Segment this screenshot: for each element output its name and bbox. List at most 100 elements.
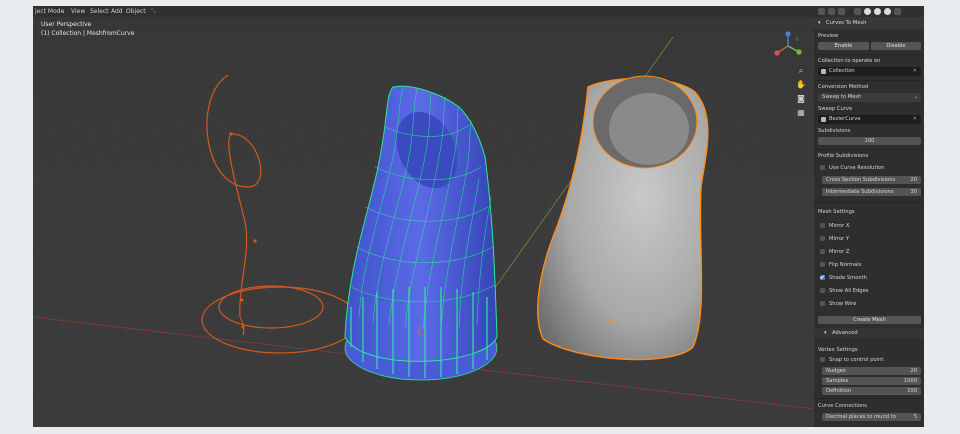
subdivisions-field[interactable]: 100 [818,137,921,145]
navigation-gizmo[interactable] [773,31,803,61]
zoom-icon[interactable]: ⌕ [795,65,807,77]
field-label: Decimal places to round to [826,414,896,420]
conversion-method-label: Conversion Method [818,84,869,90]
overlay-icon[interactable] [838,8,845,15]
visibility-icon[interactable] [818,8,825,15]
clear-collection-icon[interactable]: ✕ [913,67,917,76]
panel-header-icons [814,6,924,17]
solid-shading-icon[interactable] [864,8,871,15]
checkbox-label: Mirror X [829,223,850,229]
field-value: 100 [907,388,917,394]
checkbox-box [820,236,825,241]
subdivisions-value: 100 [864,138,875,144]
expand-chevron-icon: ▾ [824,330,827,336]
preview-label: Preview [818,33,839,39]
field-value: 1000 [903,378,917,384]
checkbox-box [820,262,825,267]
subdivisions-label: Subdivisions [818,128,851,134]
nudges-field[interactable]: Nudges 20 [822,367,921,375]
checkbox-box [820,288,825,293]
active-collection-label: (1) Collection | MeshfromCurve [41,30,135,37]
mirror-z-checkbox[interactable]: Mirror Z [820,248,924,256]
conversion-method-dropdown[interactable]: Sweep to Mesh ⌄ [818,93,921,102]
decimal-places-field[interactable]: Decimal places to round to 5 [822,413,921,421]
menu-add[interactable]: Add [111,6,123,17]
shade-smooth-checkbox[interactable]: Shade Smooth [820,274,924,282]
checkbox-label: Snap to control point [829,357,884,363]
checkbox-box [820,249,825,254]
curve-icon [821,117,826,122]
divider [814,149,924,150]
advanced-label: Advanced [832,330,858,336]
panel-title-bar[interactable]: ▾ Curves To Mesh [814,17,924,29]
collection-field[interactable]: Collection ✕ [818,67,921,76]
create-mesh-button[interactable]: Create Mesh [818,316,921,324]
mirror-y-checkbox[interactable]: Mirror Y [820,235,924,243]
transform-icon[interactable]: ⤡ [151,6,156,17]
3d-viewport[interactable]: User Perspective (1) Collection | Meshfr… [33,17,814,427]
advanced-subpanel-header[interactable]: ▾ Advanced [814,328,924,338]
use-curve-resolution-checkbox[interactable]: Use Curve Resolution [820,164,924,172]
checkbox-box [820,357,825,362]
xray-icon[interactable] [854,8,861,15]
material-shading-icon[interactable] [874,8,881,15]
collapse-chevron-icon: ▾ [818,20,821,26]
field-label: Cross Section Subdivisions [826,177,896,183]
snap-to-control-point-checkbox[interactable]: Snap to control point [820,356,924,364]
viewport-scene [33,17,814,427]
mesh-settings-label: Mesh Settings [818,209,855,215]
menu-select[interactable]: Select [90,6,109,17]
disable-preview-button[interactable]: Disable [871,42,921,50]
clear-curve-icon[interactable]: ✕ [913,115,917,124]
checkbox-label: Show All Edges [829,288,869,294]
divider [814,398,924,399]
shading-options-icon[interactable] [894,8,901,15]
collection-label: Collection to operate on [818,58,881,64]
profile-subdivisions-label: Profile Subdivisions [818,153,869,159]
samples-field[interactable]: Samples 1000 [822,377,921,385]
conversion-method-value: Sweep to Mesh [822,94,862,100]
field-value: 20 [910,177,917,183]
vertex-settings-label: Vertex Settings [818,347,858,353]
grid-view-icon[interactable]: ▦ [795,107,807,119]
flip-normals-checkbox[interactable]: Flip Normals [820,261,924,269]
checkbox-label: Shade Smooth [829,275,867,281]
field-value: 20 [910,368,917,374]
rendered-shading-icon[interactable] [884,8,891,15]
checkbox-label: Flip Normals [829,262,862,268]
mode-chevron-icon: ⌄ [60,8,66,15]
checkbox-box [820,301,825,306]
checkbox-label: Use Curve Resolution [829,165,885,171]
show-all-edges-checkbox[interactable]: Show All Edges [820,287,924,295]
sweep-curve-label: Sweep Curve [818,106,853,112]
enable-preview-button[interactable]: Enable [818,42,869,50]
field-value: 30 [910,189,917,195]
menu-view[interactable]: View [71,6,85,17]
panel-title: Curves To Mesh [826,20,867,26]
collection-icon [821,69,826,74]
checkbox-box [820,223,825,228]
sweep-curve-value: BezierCurve [829,116,861,122]
intermediate-subdivisions-field[interactable]: Intermediate Subdivisions 30 [822,188,921,196]
checkbox-label: Mirror Z [829,249,850,255]
definition-field[interactable]: Definition 100 [822,387,921,395]
show-wire-checkbox[interactable]: Show Wire [820,300,924,308]
divider [814,54,924,55]
field-label: Definition [826,388,852,394]
field-value: 5 [913,414,917,420]
pan-hand-icon[interactable]: ✋ [795,79,807,91]
field-label: Intermediate Subdivisions [826,189,894,195]
checkbox-box [820,165,825,170]
divider [814,80,924,81]
divider [814,202,924,203]
field-label: Samples [826,378,849,384]
gizmo-toggle-icon[interactable] [828,8,835,15]
menu-object[interactable]: Object [126,6,146,17]
view-perspective-label: User Perspective [41,21,92,28]
sweep-curve-field[interactable]: BezierCurve ✕ [818,115,921,124]
mirror-x-checkbox[interactable]: Mirror X [820,222,924,230]
chevron-down-icon: ⌄ [913,94,918,100]
camera-icon[interactable]: ◙ [795,93,807,105]
blender-window: ject Mode ⌄ View Select Add Object ⤡ Use… [33,6,924,427]
cross-section-subdivisions-field[interactable]: Cross Section Subdivisions 20 [822,176,921,184]
